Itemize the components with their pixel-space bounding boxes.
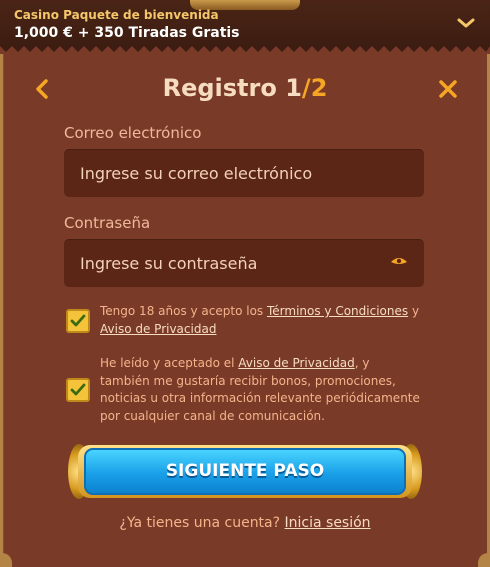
checkmark-icon bbox=[70, 383, 86, 396]
panel-border-left bbox=[0, 54, 3, 567]
password-label: Contraseña bbox=[64, 214, 151, 232]
age-terms-text-2: y bbox=[408, 304, 420, 318]
eye-icon[interactable] bbox=[390, 255, 408, 269]
age-terms-checkbox[interactable] bbox=[66, 309, 90, 333]
age-terms-text-1: Tengo 18 años y acepto los bbox=[100, 304, 267, 318]
email-label: Correo electrónico bbox=[64, 124, 202, 142]
panel-corner-right bbox=[478, 553, 490, 567]
marketing-privacy-link[interactable]: Aviso de Privacidad bbox=[238, 356, 354, 370]
marketing-text: He leído y aceptado el Aviso de Privacid… bbox=[100, 355, 420, 425]
terms-link[interactable]: Términos y Condiciones bbox=[267, 304, 408, 318]
email-field-box bbox=[64, 149, 424, 197]
age-terms-text: Tengo 18 años y acepto los Términos y Co… bbox=[100, 303, 420, 338]
login-prompt: ¿Ya tienes una cuenta? Inicia sesión bbox=[0, 515, 490, 531]
email-field[interactable] bbox=[64, 149, 424, 197]
close-icon[interactable] bbox=[437, 78, 459, 100]
title-step: Registro 1 bbox=[162, 74, 302, 102]
page-title: Registro 1/2 bbox=[0, 74, 490, 102]
marketing-checkbox[interactable] bbox=[66, 378, 90, 402]
chevron-down-icon[interactable] bbox=[456, 13, 476, 33]
marketing-text-1: He leído y aceptado el bbox=[100, 356, 239, 370]
promo-banner[interactable]: Casino Paquete de bienvenida 1,000 € + 3… bbox=[0, 0, 490, 47]
privacy-link[interactable]: Aviso de Privacidad bbox=[100, 322, 216, 336]
next-step-button[interactable]: SIGUIENTE PASO bbox=[84, 448, 406, 495]
title-total-steps: 2 bbox=[310, 74, 328, 102]
password-field-box bbox=[64, 239, 424, 287]
next-step-button-frame: SIGUIENTE PASO bbox=[68, 441, 422, 502]
banner-zigzag-edge bbox=[0, 46, 490, 54]
login-question: ¿Ya tienes una cuenta? bbox=[119, 515, 285, 531]
login-link[interactable]: Inicia sesión bbox=[285, 515, 371, 531]
title-separator: / bbox=[301, 74, 311, 102]
password-field[interactable] bbox=[64, 239, 424, 287]
promo-headline: 1,000 € + 350 Tiradas Gratis bbox=[14, 25, 240, 41]
checkmark-icon bbox=[70, 314, 86, 327]
promo-subtitle: Casino Paquete de bienvenida bbox=[14, 8, 219, 22]
